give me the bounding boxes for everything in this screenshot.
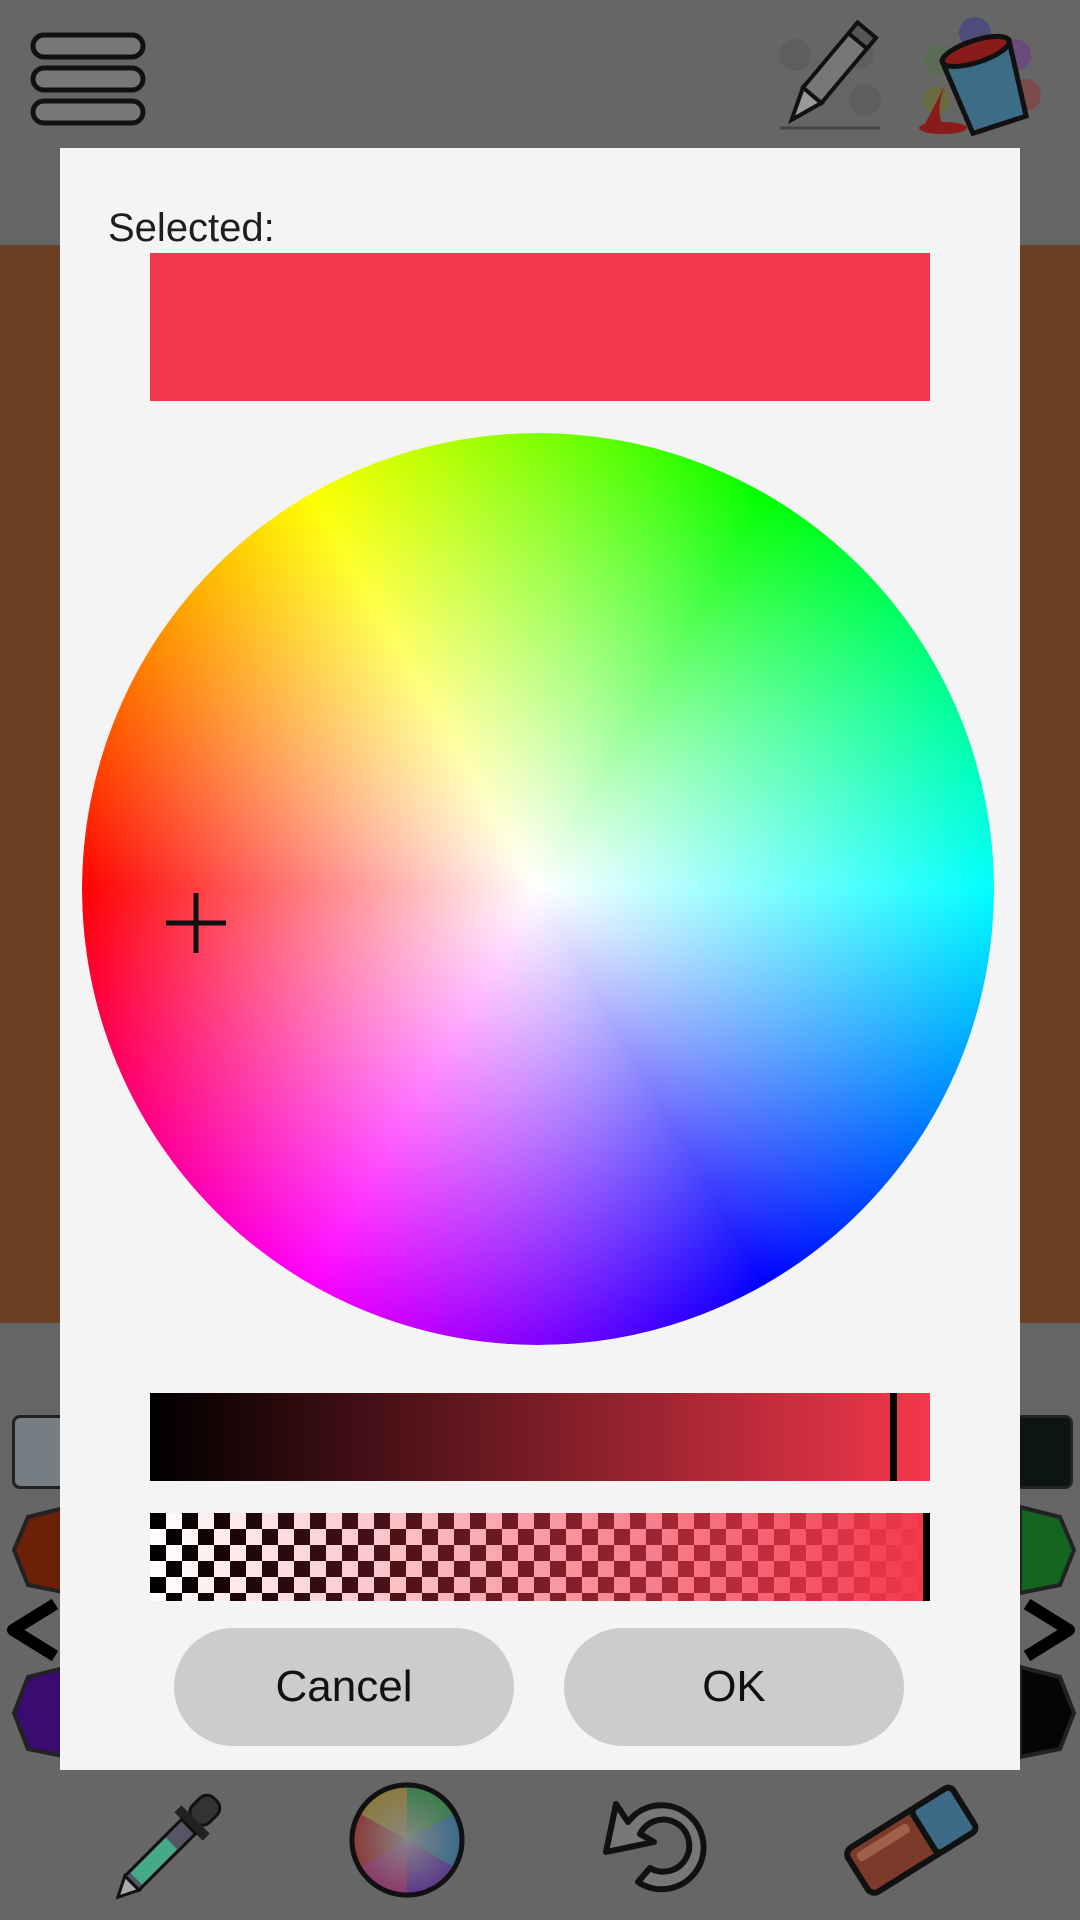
undo-icon[interactable] <box>598 1782 718 1902</box>
next-page-arrow-icon[interactable] <box>1022 1598 1077 1668</box>
eraser-icon[interactable] <box>838 1775 983 1905</box>
palette-swatch-black[interactable] <box>1015 1415 1073 1489</box>
color-wheel[interactable] <box>82 433 994 1345</box>
alpha-slider-handle <box>923 1513 930 1601</box>
palette-swatch-green[interactable] <box>1018 1505 1078 1595</box>
selected-label: Selected: <box>108 206 275 250</box>
color-wheel-graphic <box>82 433 994 1345</box>
brightness-slider-handle <box>890 1393 897 1481</box>
palette-swatch-black-2[interactable] <box>1018 1665 1078 1760</box>
paint-bucket-icon[interactable] <box>915 15 1045 140</box>
selected-color-swatch <box>150 253 930 401</box>
ok-button[interactable]: OK <box>564 1628 904 1746</box>
cancel-button[interactable]: Cancel <box>174 1628 514 1746</box>
color-wheel-icon[interactable] <box>345 1778 470 1903</box>
pencil-tool-icon[interactable] <box>765 20 885 135</box>
alpha-slider-track <box>150 1513 930 1601</box>
previous-page-arrow-icon[interactable] <box>5 1598 60 1668</box>
eyedropper-icon[interactable] <box>108 1782 228 1912</box>
hamburger-menu-icon[interactable] <box>28 30 148 130</box>
brightness-slider-track <box>150 1393 930 1481</box>
color-picker-dialog: Selected: Cancel OK <box>60 148 1020 1770</box>
brightness-slider[interactable] <box>150 1393 930 1481</box>
alpha-slider[interactable] <box>150 1513 930 1601</box>
